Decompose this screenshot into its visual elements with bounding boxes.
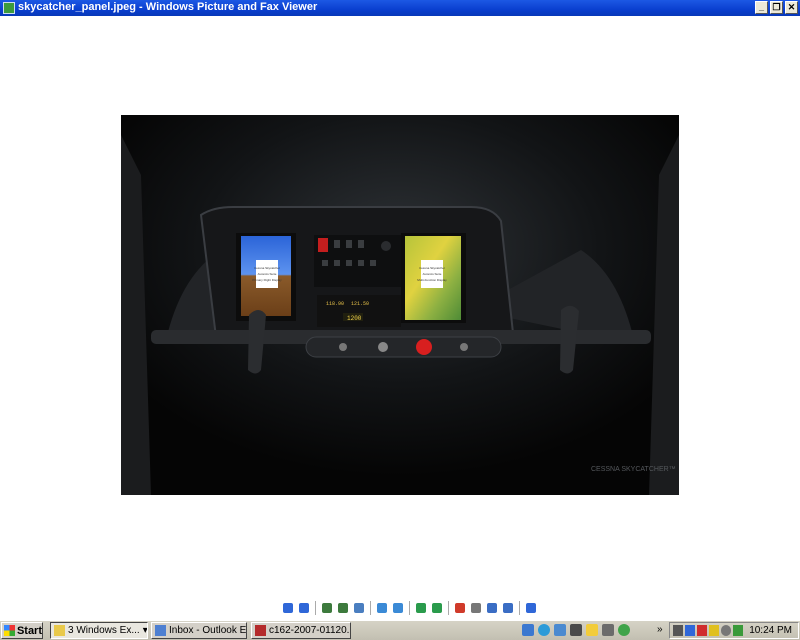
clock: 10:24 PM — [749, 625, 792, 636]
taskbar-button-label: Inbox - Outlook E... — [169, 625, 247, 636]
photo-watermark: CESSNA SKYCATCHER™ — [591, 466, 676, 473]
zoom-in-button[interactable] — [375, 601, 389, 615]
quick-launch-bar — [522, 624, 630, 636]
camera-icon[interactable] — [602, 624, 614, 636]
taskbar-button-outlook[interactable]: Inbox - Outlook E... — [151, 622, 247, 639]
antivirus-icon[interactable] — [697, 625, 707, 636]
folder-icon — [54, 625, 65, 636]
mfd-overlay-line-1: Cessna Skycatcher — [419, 266, 445, 270]
toolbar-separator — [370, 601, 371, 615]
delete-icon — [455, 603, 465, 613]
copy-to-icon — [487, 603, 497, 613]
help-button[interactable] — [524, 601, 538, 615]
previous-image-icon — [283, 603, 293, 613]
taskbar-button-windows-explorer[interactable]: 3 Windows Ex... ▾ — [50, 622, 148, 639]
print-button[interactable] — [469, 601, 483, 615]
windows-logo-icon — [4, 625, 15, 636]
previous-image-button[interactable] — [281, 601, 295, 615]
transponder-code: 1200 — [347, 315, 362, 322]
cockpit-panel-photo: Cessna Skycatcher Avionics Suite Primary… — [121, 115, 679, 495]
zoom-out-button[interactable] — [391, 601, 405, 615]
start-label: Start — [16, 624, 42, 637]
best-fit-button[interactable] — [320, 601, 334, 615]
chevron-right-icon[interactable]: » — [657, 624, 663, 635]
help-icon — [526, 603, 536, 613]
window-title: skycatcher_panel.jpeg - Windows Picture … — [18, 1, 318, 13]
toolbar-separator — [409, 601, 410, 615]
pfd-overlay-line-1: Cessna Skycatcher — [254, 266, 280, 270]
delete-button[interactable] — [453, 601, 467, 615]
monitor-icon[interactable] — [685, 625, 695, 636]
rotate-clockwise-button[interactable] — [414, 601, 428, 615]
copy-to-button[interactable] — [485, 601, 499, 615]
globe-icon[interactable] — [618, 624, 630, 636]
slideshow-button[interactable] — [352, 601, 366, 615]
best-fit-icon — [322, 603, 332, 613]
airplane-icon[interactable] — [570, 624, 582, 636]
toolbar-separator — [519, 601, 520, 615]
mail-icon — [155, 625, 166, 636]
dropdown-arrow-icon: ▾ — [142, 625, 148, 636]
zoom-out-icon — [393, 603, 403, 613]
pfd-overlay-line-2: Avionics Suite — [258, 272, 277, 276]
next-image-button[interactable] — [297, 601, 311, 615]
system-tray: 10:24 PM — [669, 622, 799, 639]
start-button[interactable]: Start — [1, 622, 43, 639]
radio-standby-frequency: 121.50 — [351, 301, 369, 307]
open-for-editing-icon — [503, 603, 513, 613]
volume-icon[interactable] — [721, 625, 731, 636]
viewer-toolbar — [281, 600, 538, 616]
outlook-express-icon[interactable] — [554, 624, 566, 636]
picture-viewer-app-icon[interactable] — [3, 2, 15, 14]
image-viewport: Cessna Skycatcher Avionics Suite Primary… — [0, 16, 800, 616]
print-icon — [471, 603, 481, 613]
toolbar-separator — [448, 601, 449, 615]
close-button[interactable]: ✕ — [785, 1, 798, 14]
update-icon[interactable] — [733, 625, 743, 636]
open-for-editing-button[interactable] — [501, 601, 515, 615]
taskbar: Start 3 Windows Ex... ▾ Inbox - Outlook … — [0, 620, 800, 640]
security-shield-icon[interactable] — [709, 625, 719, 636]
printer-icon[interactable] — [673, 625, 683, 636]
rotate-counterclockwise-icon — [432, 603, 442, 613]
window-titlebar[interactable]: skycatcher_panel.jpeg - Windows Picture … — [0, 0, 800, 16]
mfd-overlay-line-2: Avionics Suite — [423, 272, 442, 276]
mfd-overlay-line-3: Multi-Function Display — [417, 278, 447, 282]
actual-size-icon — [338, 603, 348, 613]
rotate-clockwise-icon — [416, 603, 426, 613]
toolbar-separator — [315, 601, 316, 615]
folder-icon[interactable] — [586, 624, 598, 636]
zoom-in-icon — [377, 603, 387, 613]
minimize-button[interactable]: _ — [755, 1, 768, 14]
internet-explorer-icon[interactable] — [538, 624, 550, 636]
radio-active-frequency: 118.90 — [326, 301, 344, 307]
network-icon[interactable] — [522, 624, 534, 636]
next-image-icon — [299, 603, 309, 613]
pfd-overlay-line-3: Primary Flight Display — [252, 278, 282, 282]
taskbar-button-document[interactable]: c162-2007-01120... — [251, 622, 351, 639]
document-icon — [255, 625, 266, 636]
actual-size-button[interactable] — [336, 601, 350, 615]
maximize-button[interactable]: ❐ — [770, 1, 783, 14]
rotate-counterclockwise-button[interactable] — [430, 601, 444, 615]
taskbar-button-label: c162-2007-01120... — [269, 625, 351, 636]
taskbar-button-label: 3 Windows Ex... — [68, 625, 140, 636]
slideshow-icon — [354, 603, 364, 613]
